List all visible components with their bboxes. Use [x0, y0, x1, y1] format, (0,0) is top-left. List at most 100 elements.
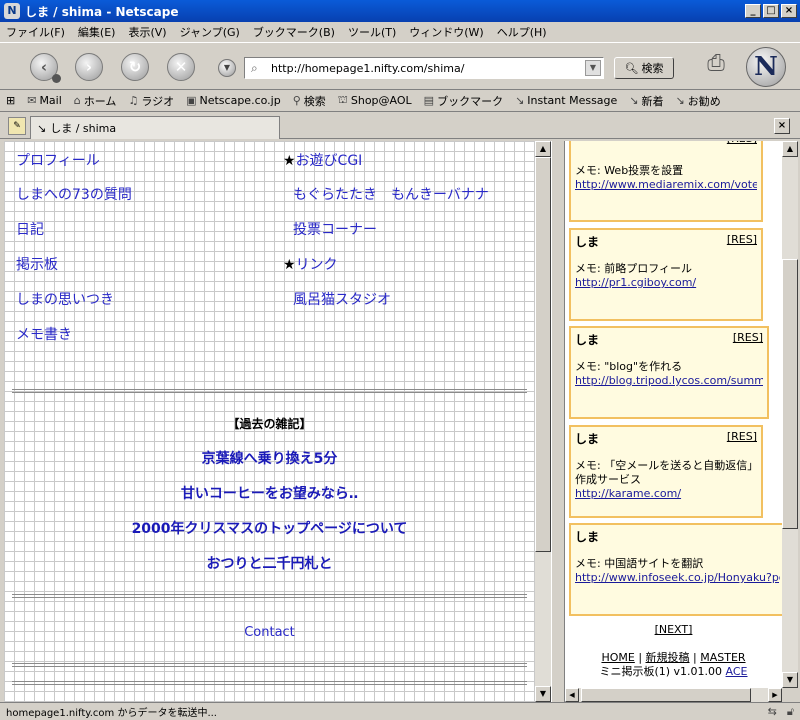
scroll-thumb[interactable] [535, 157, 551, 552]
bbs-version-row: ミニ掲示板(1) v1.01.00 ACE [565, 663, 782, 679]
url-input[interactable] [271, 61, 571, 75]
menu-help[interactable]: ヘルプ(H) [497, 24, 547, 40]
url-bar[interactable]: ⌕ ▼ [244, 57, 604, 79]
bookmarks-menu[interactable]: ▤ ブックマーク [424, 93, 503, 109]
magnifier-icon: 🔍︎ [624, 61, 639, 75]
scroll-up-icon[interactable]: ▲ [535, 141, 551, 157]
shop-icon: ⛫ [337, 93, 348, 106]
mail-icon: ✉ [27, 94, 37, 107]
divider [12, 681, 527, 685]
scroll-up-icon[interactable]: ▲ [782, 141, 798, 157]
scroll-down-icon[interactable]: ▼ [782, 672, 798, 688]
history-dropdown-icon[interactable]: ▼ [218, 59, 236, 77]
back-dropdown-icon[interactable] [52, 74, 61, 83]
bookmark-mail[interactable]: ✉ Mail [27, 94, 62, 107]
status-bar: homepage1.nifty.com からデータを転送中... ⇆ 🔓︎ [0, 702, 800, 720]
link-cgi[interactable]: ★お遊びCGI [283, 150, 362, 170]
old-article-link[interactable]: 甘いコーヒーをお望みなら‥ [4, 483, 535, 503]
star-icon: ★ [283, 153, 296, 169]
scroll-thumb[interactable] [581, 688, 751, 702]
bbs-vertical-scrollbar[interactable]: ▲ ▼ [782, 141, 798, 688]
bookmark-icon: ▤ [423, 94, 435, 107]
scroll-thumb[interactable] [782, 259, 798, 529]
close-window-button[interactable]: × [781, 4, 797, 18]
print-icon[interactable]: ⎙ [700, 51, 732, 81]
link-vote[interactable]: 投票コーナー [293, 219, 377, 239]
url-dropdown-icon[interactable]: ▼ [585, 60, 601, 76]
scroll-right-icon[interactable]: ▶ [768, 688, 782, 702]
search-button[interactable]: 🔍︎ 検索 [614, 57, 674, 79]
bbs-post: しま [RES] メモ: 「空メールを送ると自動返信」作成サービス http:/… [569, 425, 763, 518]
back-button[interactable]: ‹ [30, 53, 61, 83]
menu-edit[interactable]: 編集(E) [78, 24, 116, 40]
post-url[interactable]: http://www.mediaremix.com/vote/ [575, 178, 757, 191]
link-furoneko[interactable]: 風呂猫スタジオ [293, 289, 391, 309]
frame-splitter[interactable] [551, 141, 565, 702]
res-link[interactable]: [RES] [727, 233, 757, 246]
bookmark-home[interactable]: ⌂ ホーム [74, 93, 117, 109]
ace-link[interactable]: ACE [726, 665, 748, 678]
contact-link[interactable]: Contact [4, 625, 535, 640]
bookmark-radio[interactable]: ♫ ラジオ [128, 93, 174, 109]
divider [12, 389, 527, 393]
stop-button[interactable]: ✕ [167, 53, 195, 81]
close-tab-button[interactable]: × [774, 118, 790, 134]
link-mogura[interactable]: もぐらたたき もんきーバナナ [293, 184, 489, 204]
link-thoughts[interactable]: しまの思いつき [16, 289, 114, 309]
tab-shima[interactable]: ↘ しま / shima [30, 116, 280, 139]
bookmark-instant-message[interactable]: ↘ Instant Message [515, 94, 617, 107]
main-vertical-scrollbar[interactable]: ▲ ▼ [535, 141, 551, 702]
post-url[interactable]: http://blog.tripod.lycos.com/summer/ [575, 374, 763, 387]
old-article-link[interactable]: 2000年クリスマスのトップページについて [4, 518, 535, 538]
maximize-button[interactable]: □ [763, 4, 779, 18]
post-memo: メモ: "blog"を作れる [575, 360, 683, 373]
menu-go[interactable]: ジャンプ(G) [180, 24, 240, 40]
netscape-app-icon: N [4, 3, 20, 19]
bookmark-netscape[interactable]: ▣ Netscape.co.jp [186, 94, 281, 107]
post-url[interactable]: http://karame.com/ [575, 487, 757, 500]
main-frame: プロフィール しまへの73の質問 日記 掲示板 しまの思いつき メモ書き ★お遊… [4, 141, 535, 702]
post-url[interactable]: http://pr1.cgiboy.com/ [575, 276, 757, 289]
reload-button[interactable]: ↻ [121, 53, 149, 81]
my-icon: ▣ [186, 94, 197, 107]
link-icon: ↘ [629, 94, 639, 107]
res-link[interactable]: [RES] [733, 331, 763, 344]
minimize-button[interactable]: _ [745, 4, 761, 18]
search-icon: ⚲ [292, 94, 301, 107]
post-author: しま [575, 530, 600, 544]
star-icon: ★ [283, 257, 296, 273]
link-bbs[interactable]: 掲示板 [16, 254, 58, 274]
link-memo[interactable]: メモ書き [16, 324, 72, 344]
navigation-toolbar: ‹ › ↻ ✕ ▼ ⌕ ▼ 🔍︎ 検索 ⎙ N [0, 42, 800, 90]
bookmark-search[interactable]: ⚲ 検索 [293, 93, 326, 109]
link-73-questions[interactable]: しまへの73の質問 [16, 184, 132, 204]
bookmark-recommend[interactable]: ↘ お勧め [676, 93, 721, 109]
bookmark-new[interactable]: ↘ 新着 [629, 93, 663, 109]
menu-window[interactable]: ウィンドウ(W) [409, 24, 483, 40]
scroll-down-icon[interactable]: ▼ [535, 686, 551, 702]
divider [12, 594, 527, 598]
bbs-horizontal-scrollbar[interactable]: ◀ ▶ [565, 688, 782, 702]
old-article-link[interactable]: おつりと二千円札と [4, 553, 535, 573]
bbs-post: しま メモ: 中国語サイトを翻訳 http://www.infoseek.co.… [569, 523, 782, 616]
menu-file[interactable]: ファイル(F) [6, 24, 65, 40]
netscape-logo-icon[interactable]: N [746, 47, 786, 87]
link-profile[interactable]: プロフィール [16, 150, 100, 170]
next-link[interactable]: [NEXT] [655, 623, 693, 636]
res-link[interactable]: [RES] [727, 430, 757, 443]
link-links[interactable]: ★リンク [283, 254, 338, 274]
link-diary[interactable]: 日記 [16, 219, 44, 239]
new-tab-icon[interactable]: ✎ [8, 117, 26, 135]
res-link[interactable]: [RES] [727, 141, 757, 145]
forward-button[interactable]: › [75, 53, 103, 81]
bbs-frame: [RES] メモ: Web投票を設置 http://www.mediaremix… [565, 141, 782, 688]
menu-bookmarks[interactable]: ブックマーク(B) [253, 24, 335, 40]
menu-view[interactable]: 表示(V) [128, 24, 166, 40]
post-url[interactable]: http://www.infoseek.co.jp/Honyaku?pg=h [575, 571, 780, 584]
bookmark-shop[interactable]: ⛫ Shop@AOL [338, 93, 412, 108]
scroll-left-icon[interactable]: ◀ [565, 688, 579, 702]
menu-tools[interactable]: ツール(T) [348, 24, 396, 40]
toolbar-grip-icon[interactable]: ⊞ [6, 94, 15, 107]
security-lock-icon[interactable]: 🔓︎ [787, 705, 794, 719]
old-article-link[interactable]: 京葉線へ乗り換え5分 [4, 448, 535, 468]
